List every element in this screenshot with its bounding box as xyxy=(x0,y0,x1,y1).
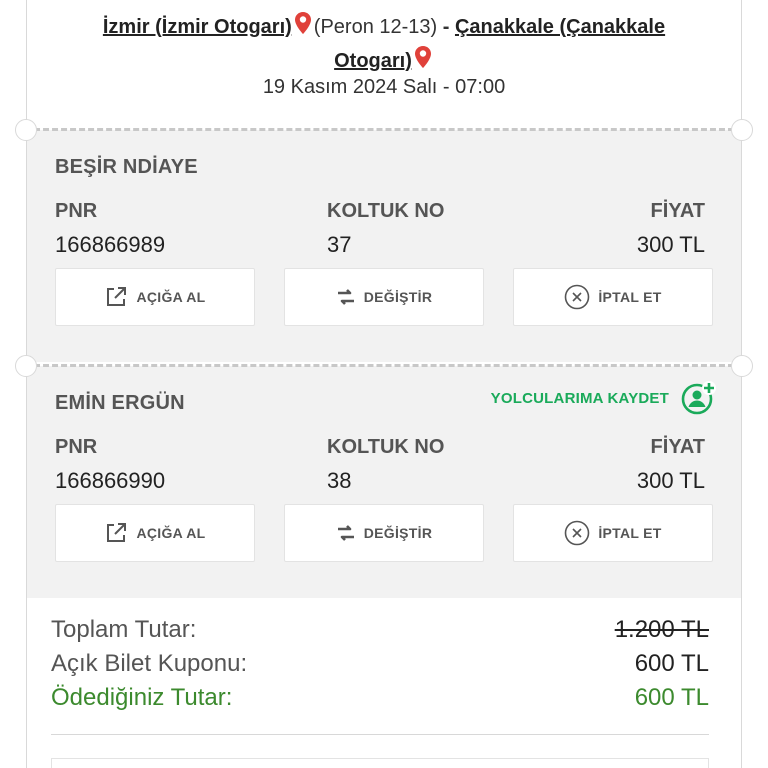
release-ticket-button[interactable]: AÇIĞA AL xyxy=(55,504,255,562)
payment-summary: Toplam Tutar: 1.200 TL Açık Bilet Kuponu… xyxy=(27,600,741,768)
route-text: İzmir (İzmir Otogarı) (Peron 12-13) - Çan… xyxy=(67,10,701,78)
passenger-name: BEŞİR NDİAYE xyxy=(55,156,198,178)
seat-label: KOLTUK NO xyxy=(327,436,445,458)
summary-divider xyxy=(51,734,709,735)
change-ticket-label: DEĞİŞTİR xyxy=(363,525,433,541)
price-label: FİYAT xyxy=(650,436,705,458)
ticket-notch xyxy=(15,355,37,377)
paid-amount-value: 600 TL xyxy=(634,684,709,711)
next-section-box xyxy=(51,758,709,768)
price-value: 300 TL xyxy=(636,232,705,257)
seat-value: 38 xyxy=(327,468,352,493)
pnr-label: PNR xyxy=(55,436,98,458)
cancel-ticket-button[interactable]: İPTAL ET xyxy=(513,504,713,562)
swap-arrows-icon xyxy=(337,289,354,305)
release-ticket-label: AÇIĞA AL xyxy=(136,289,206,305)
location-pin-icon[interactable] xyxy=(413,45,433,69)
total-amount-value: 1.200 TL xyxy=(614,616,709,643)
departure-date-time: 19 Kasım 2024 Salı - 07:00 xyxy=(262,76,506,98)
external-link-icon xyxy=(107,523,127,542)
coupon-value: 600 TL xyxy=(634,650,709,677)
cancel-circle-x-icon xyxy=(565,284,590,310)
cancel-ticket-button[interactable]: İPTAL ET xyxy=(513,268,713,326)
ticket-notch xyxy=(731,355,753,377)
trip-header: İzmir (İzmir Otogarı) (Peron 12-13) - Çan… xyxy=(27,0,741,126)
change-ticket-button[interactable]: DEĞİŞTİR xyxy=(284,268,484,326)
cancel-circle-x-icon xyxy=(565,520,590,546)
ticket-divider xyxy=(25,128,743,131)
swap-arrows-icon xyxy=(337,525,354,541)
ticket-notch xyxy=(731,119,753,141)
departure-platform: (Peron 12-13) xyxy=(313,16,438,38)
release-ticket-button[interactable]: AÇIĞA AL xyxy=(55,268,255,326)
departure-station-link[interactable]: İzmir (İzmir Otogarı) xyxy=(103,16,292,38)
coupon-label: Açık Bilet Kuponu: xyxy=(51,650,248,677)
route-separator: - xyxy=(437,16,455,38)
release-ticket-label: AÇIĞA AL xyxy=(136,525,206,541)
passenger-name: EMİN ERGÜN xyxy=(55,392,185,414)
total-amount-row: Toplam Tutar: 1.200 TL xyxy=(51,616,709,650)
save-to-my-passengers-label: YOLCULARIMA KAYDET xyxy=(490,389,669,407)
location-pin-icon[interactable] xyxy=(293,11,313,35)
paid-amount-row: Ödediğiniz Tutar: 600 TL xyxy=(51,684,709,718)
price-value: 300 TL xyxy=(636,468,705,493)
add-user-icon xyxy=(681,381,716,415)
seat-label: KOLTUK NO xyxy=(327,200,445,222)
save-to-my-passengers-button[interactable]: YOLCULARIMA KAYDET xyxy=(491,380,717,416)
price-label: FİYAT xyxy=(650,200,705,222)
change-ticket-label: DEĞİŞTİR xyxy=(363,289,433,305)
passenger-card: BEŞİR NDİAYE PNR KOLTUK NO FİYAT 1668669… xyxy=(27,130,741,362)
pnr-value: 166866989 xyxy=(55,232,166,257)
pnr-value: 166866990 xyxy=(55,468,166,493)
ticket-card: İzmir (İzmir Otogarı) (Peron 12-13) - Çan… xyxy=(15,0,753,768)
seat-value: 37 xyxy=(327,232,352,257)
pnr-label: PNR xyxy=(55,200,98,222)
ticket-notch xyxy=(15,119,37,141)
ticket-divider xyxy=(25,364,743,367)
cancel-ticket-label: İPTAL ET xyxy=(598,525,662,541)
coupon-row: Açık Bilet Kuponu: 600 TL xyxy=(51,650,709,684)
passenger-card: EMİN ERGÜN YOLCULARIMA KAYDET PNR KOLTUK… xyxy=(27,366,741,598)
paid-amount-label: Ödediğiniz Tutar: xyxy=(51,684,233,711)
total-amount-label: Toplam Tutar: xyxy=(51,616,197,643)
external-link-icon xyxy=(107,287,127,306)
cancel-ticket-label: İPTAL ET xyxy=(598,289,662,305)
change-ticket-button[interactable]: DEĞİŞTİR xyxy=(284,504,484,562)
